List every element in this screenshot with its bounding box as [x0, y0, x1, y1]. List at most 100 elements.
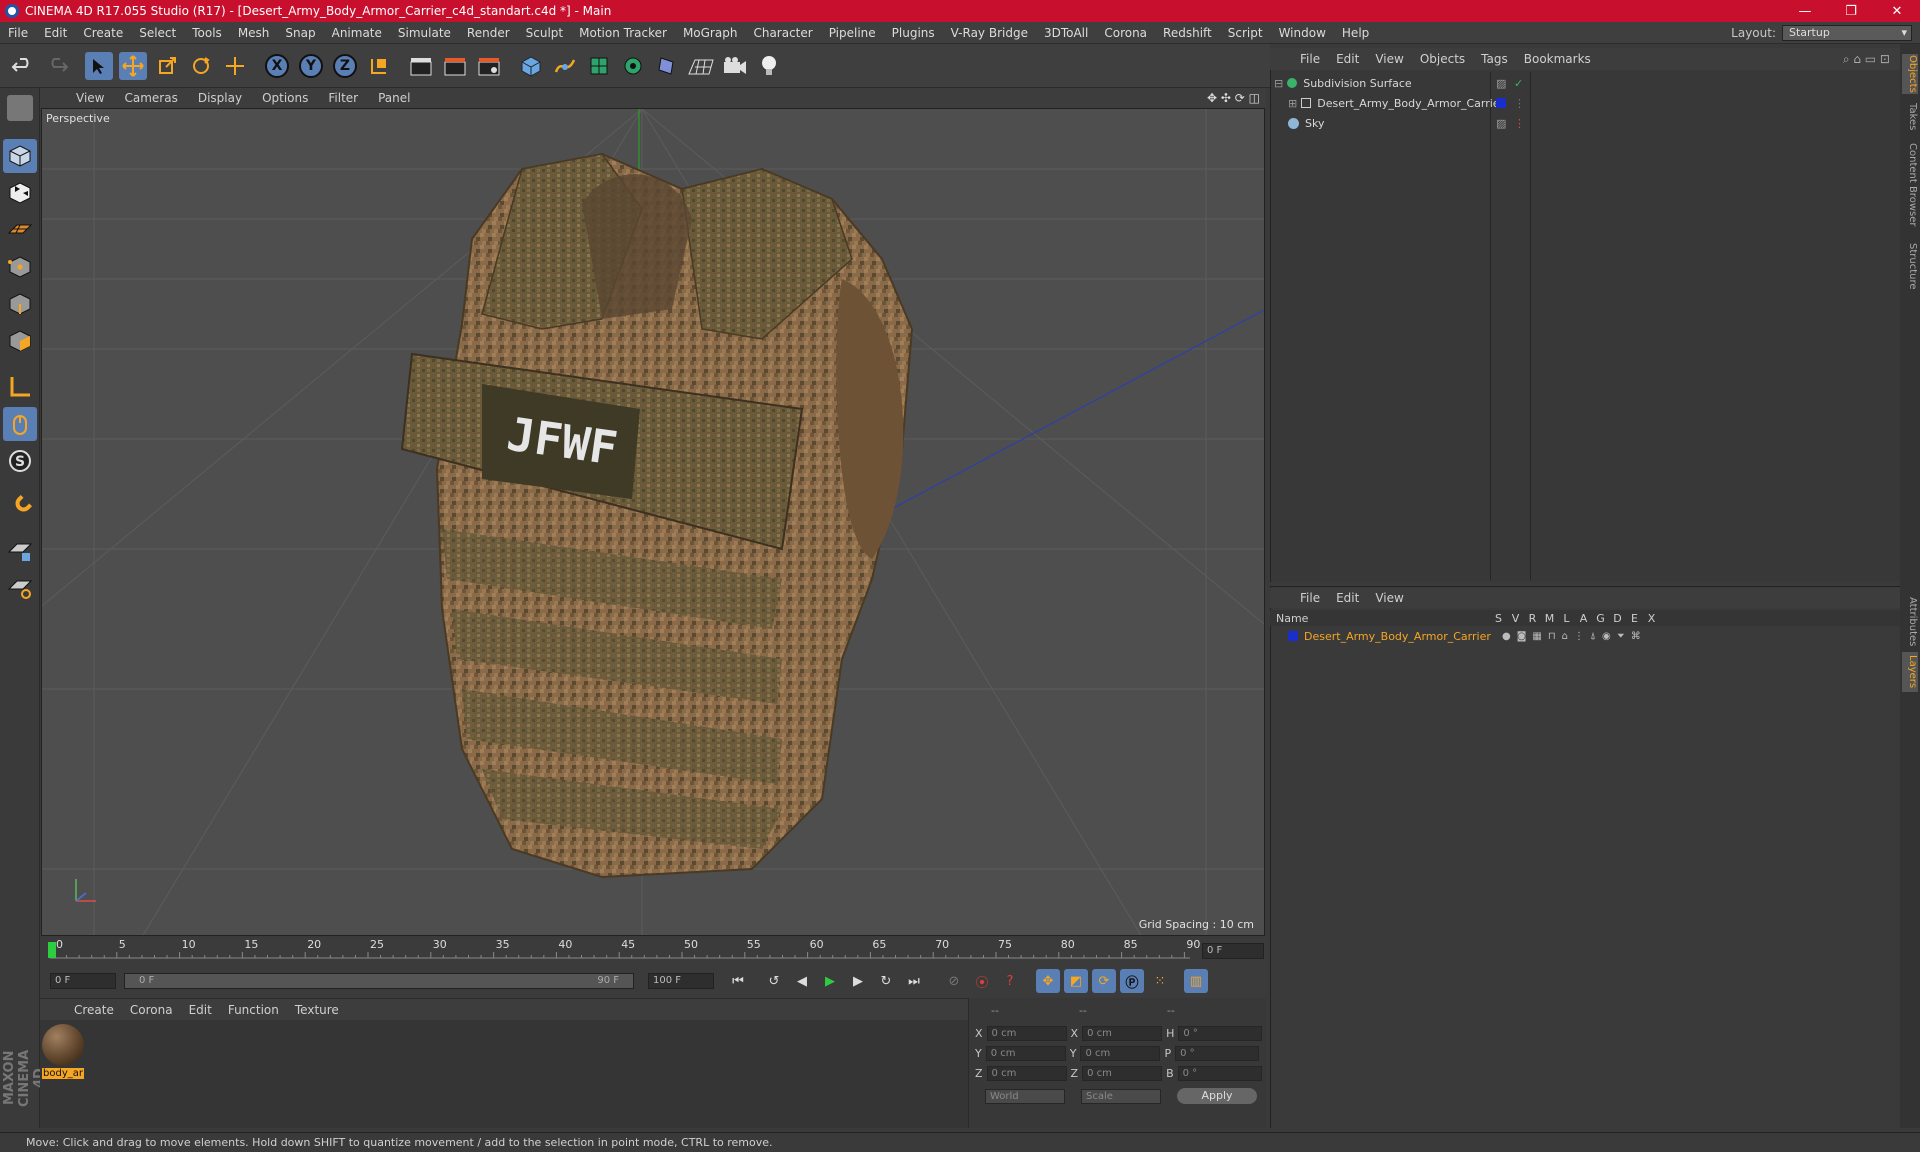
menu-tools[interactable]: Tools: [184, 26, 230, 40]
menu-sculpt[interactable]: Sculpt: [518, 26, 571, 40]
tweak-mode-button[interactable]: [3, 407, 37, 441]
magnet-button[interactable]: [3, 490, 37, 524]
move-tool-button[interactable]: [116, 49, 150, 83]
recent-tool-button[interactable]: [218, 49, 252, 83]
objects-menu-view[interactable]: View: [1367, 52, 1411, 66]
add-light-button[interactable]: [752, 49, 786, 83]
layers-menu-file[interactable]: File: [1292, 591, 1328, 605]
menu-pipeline[interactable]: Pipeline: [821, 26, 884, 40]
model-mode-button[interactable]: [3, 139, 37, 173]
object-name[interactable]: Subdivision Surface: [1303, 77, 1411, 90]
scale-tool-button[interactable]: [150, 49, 184, 83]
make-editable-button[interactable]: [3, 91, 37, 125]
next-frame-button[interactable]: ▶: [846, 969, 870, 993]
axis-mode-button[interactable]: [3, 370, 37, 404]
viewport-menu-display[interactable]: Display: [188, 91, 252, 105]
add-floor-button[interactable]: [684, 49, 718, 83]
menu-edit[interactable]: Edit: [36, 26, 75, 40]
key-rotation-button[interactable]: ⟳: [1092, 969, 1116, 993]
menu-motion-tracker[interactable]: Motion Tracker: [571, 26, 675, 40]
autokeying-button[interactable]: ⦿: [970, 969, 994, 993]
add-camera-button[interactable]: [718, 49, 752, 83]
add-spline-button[interactable]: [548, 49, 582, 83]
rotation-b-field[interactable]: 0 °: [1177, 1066, 1262, 1081]
render-picture-viewer-button[interactable]: [438, 49, 472, 83]
object-manager-search-icon[interactable]: ⌕ ⌂ ▭ ⊡: [1843, 52, 1900, 67]
menu-mesh[interactable]: Mesh: [230, 26, 278, 40]
tab-objects[interactable]: Objects: [1902, 54, 1918, 94]
menu-select[interactable]: Select: [131, 26, 184, 40]
keyframe-selection-button[interactable]: ?: [998, 969, 1022, 993]
menu-3dtoall[interactable]: 3DToAll: [1036, 26, 1096, 40]
objects-menu-tags[interactable]: Tags: [1473, 52, 1516, 66]
restore-button[interactable]: ❐: [1828, 4, 1874, 19]
objects-menu-file[interactable]: File: [1292, 52, 1328, 66]
current-frame-field[interactable]: 0 F: [1202, 943, 1264, 959]
layer-color-swatch[interactable]: [1288, 631, 1298, 641]
menu-render[interactable]: Render: [459, 26, 518, 40]
position-x-field[interactable]: 0 cm: [986, 1026, 1067, 1041]
object-name[interactable]: Sky: [1305, 117, 1324, 130]
object-row[interactable]: ⊟ Subdivision Surface ▨ ✓: [1274, 73, 1894, 93]
viewport-menu-cameras[interactable]: Cameras: [114, 91, 187, 105]
coordinate-space-dropdown[interactable]: World: [985, 1088, 1065, 1104]
visibility-dots-icon[interactable]: ⋮: [1514, 97, 1525, 110]
menu-plugins[interactable]: Plugins: [884, 26, 943, 40]
close-button[interactable]: ✕: [1874, 4, 1920, 19]
menu-redshift[interactable]: Redshift: [1155, 26, 1220, 40]
rotate-tool-button[interactable]: [184, 49, 218, 83]
previous-frame-button[interactable]: ◀: [790, 969, 814, 993]
size-z-field[interactable]: 0 cm: [1082, 1066, 1163, 1081]
viewport-nav-icons[interactable]: ✥ ✣ ⟳ ◫: [1207, 91, 1266, 105]
z-axis-lock-button[interactable]: Z: [328, 49, 362, 83]
tab-content-browser[interactable]: Content Browser: [1902, 140, 1918, 230]
key-pla-button[interactable]: ⁙: [1148, 969, 1172, 993]
menu-vray-bridge[interactable]: V-Ray Bridge: [943, 26, 1036, 40]
menu-file[interactable]: File: [0, 26, 36, 40]
material-menu-function[interactable]: Function: [220, 1003, 287, 1017]
add-generator-button[interactable]: [582, 49, 616, 83]
coordinate-mode-dropdown[interactable]: Scale: [1081, 1088, 1161, 1104]
perspective-viewport[interactable]: JFWF Perspective Grid Spacing : 10 cm: [41, 108, 1265, 936]
viewport-menu-panel[interactable]: Panel: [368, 91, 420, 105]
go-to-end-button[interactable]: ⏭: [902, 969, 926, 993]
workplane-mode-button[interactable]: [3, 213, 37, 247]
layer-name[interactable]: Desert_Army_Body_Armor_Carrier: [1304, 630, 1502, 643]
tab-layers[interactable]: Layers: [1902, 652, 1918, 692]
material-swatch[interactable]: body_ar: [42, 1024, 84, 1084]
menu-script[interactable]: Script: [1220, 26, 1271, 40]
objects-menu-edit[interactable]: Edit: [1328, 52, 1367, 66]
polygons-mode-button[interactable]: [3, 324, 37, 358]
material-menu-texture[interactable]: Texture: [287, 1003, 347, 1017]
layout-dropdown[interactable]: Startup: [1782, 24, 1912, 41]
add-deformer-button[interactable]: [650, 49, 684, 83]
preview-range-slider[interactable]: 0 F 90 F: [124, 973, 634, 989]
object-name[interactable]: Desert_Army_Body_Armor_Carrier: [1317, 97, 1504, 110]
key-position-button[interactable]: ✥: [1036, 969, 1060, 993]
record-keys-off-button[interactable]: ⊘: [942, 969, 966, 993]
viewport-menu-options[interactable]: Options: [252, 91, 318, 105]
material-menu-create[interactable]: Create: [66, 1003, 122, 1017]
x-axis-lock-button[interactable]: X: [260, 49, 294, 83]
position-y-field[interactable]: 0 cm: [985, 1046, 1066, 1061]
points-mode-button[interactable]: [3, 250, 37, 284]
layer-row[interactable]: Desert_Army_Body_Armor_Carrier ●◙▦⊓⌂⋮⍋◉⏷…: [1274, 626, 1894, 646]
snap-button[interactable]: S: [3, 444, 37, 478]
undo-button[interactable]: [6, 49, 40, 83]
texture-mode-button[interactable]: [3, 176, 37, 210]
viewport-menu-view[interactable]: View: [66, 91, 114, 105]
render-settings-button[interactable]: [472, 49, 506, 83]
end-frame-field[interactable]: 100 F: [648, 973, 714, 989]
position-z-field[interactable]: 0 cm: [986, 1066, 1067, 1081]
key-parameter-button[interactable]: Ⓟ: [1120, 969, 1144, 993]
menu-corona[interactable]: Corona: [1096, 26, 1155, 40]
redo-button[interactable]: [40, 49, 74, 83]
layer-toggles-icons[interactable]: ●◙▦⊓⌂⋮⍋◉⏷⌘: [1502, 631, 1647, 642]
menu-character[interactable]: Character: [745, 26, 820, 40]
apply-button[interactable]: Apply: [1177, 1088, 1257, 1104]
next-key-button[interactable]: ↻: [874, 969, 898, 993]
expand-collapse-icon[interactable]: ⊞: [1288, 97, 1297, 110]
tab-attributes[interactable]: Attributes: [1902, 592, 1918, 652]
menu-help[interactable]: Help: [1334, 26, 1377, 40]
object-row[interactable]: ⊞ Desert_Army_Body_Armor_Carrier ⋮: [1274, 93, 1894, 113]
